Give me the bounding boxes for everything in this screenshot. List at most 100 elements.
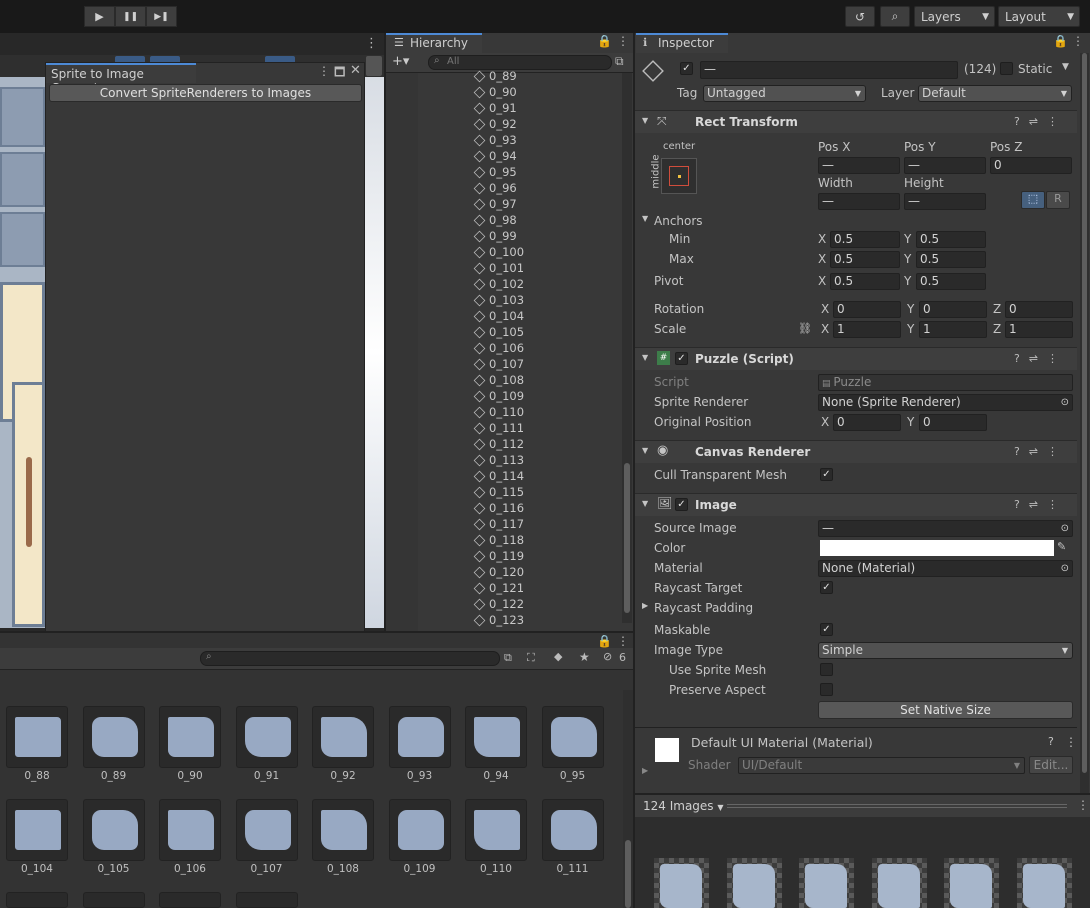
hierarchy-item[interactable]: 0_119	[473, 548, 524, 564]
cull-checkbox[interactable]: ✓	[820, 468, 833, 481]
asset-thumbnail[interactable]	[159, 799, 221, 861]
asset-thumbnail[interactable]	[388, 799, 451, 861]
asset-thumbnail[interactable]	[312, 706, 374, 768]
source-image-field[interactable]: — ⊙	[818, 520, 1073, 537]
help-icon[interactable]: ?	[1048, 735, 1054, 748]
component-actions[interactable]: ?⇌⋮	[1014, 445, 1067, 458]
object-picker-icon[interactable]: ⊙	[1061, 561, 1069, 576]
tab-hierarchy[interactable]: ☰ Hierarchy	[386, 33, 482, 53]
scrollbar-thumb[interactable]	[1082, 53, 1087, 773]
image-type-dropdown[interactable]: Simple ▼	[818, 642, 1073, 659]
raw-edit-button[interactable]: R	[1046, 191, 1070, 209]
color-swatch[interactable]	[820, 540, 1054, 556]
layers-dropdown[interactable]: Layers ▼	[914, 6, 995, 27]
anchor-max-x-field[interactable]: 0.5	[830, 251, 900, 268]
posx-field[interactable]: —	[818, 157, 900, 174]
original-y-field[interactable]: 0	[919, 414, 987, 431]
more-icon[interactable]: ⋮	[617, 34, 629, 48]
rect-transform-header[interactable]: ▼ ⤧ Rect Transform ?⇌⋮	[635, 110, 1077, 133]
chevron-down-icon[interactable]: ▼	[1062, 62, 1069, 72]
enabled-checkbox[interactable]: ✓	[675, 352, 688, 365]
hierarchy-item[interactable]: 0_106	[473, 340, 524, 356]
hierarchy-item[interactable]: 0_90	[473, 84, 517, 100]
puzzle-script-header[interactable]: ▼ # ✓ Puzzle (Script) ?⇌⋮	[635, 347, 1077, 370]
add-button[interactable]: +▾	[392, 54, 409, 69]
hierarchy-item[interactable]: 0_122	[473, 596, 524, 612]
hierarchy-item[interactable]: 0_116	[473, 500, 524, 516]
foldout-icon[interactable]: ▼	[642, 214, 648, 223]
hierarchy-item[interactable]: 0_114	[473, 468, 524, 484]
hierarchy-item[interactable]: 0_89	[473, 68, 517, 84]
asset-thumbnail[interactable]	[541, 706, 604, 768]
asset-thumbnail[interactable]	[465, 799, 527, 861]
scene-dropdown[interactable]	[366, 56, 382, 76]
hierarchy-scrollbar[interactable]	[622, 73, 632, 623]
anchor-min-x-field[interactable]: 0.5	[830, 231, 900, 248]
hierarchy-item[interactable]: 0_96	[473, 180, 517, 196]
more-icon[interactable]: ⋮	[318, 64, 330, 78]
hierarchy-item[interactable]: 0_110	[473, 404, 524, 420]
asset-thumbnail[interactable]	[312, 799, 374, 861]
rotation-y-field[interactable]: 0	[919, 301, 987, 318]
static-checkbox[interactable]	[1000, 62, 1013, 75]
anchor-preset-button[interactable]	[661, 158, 697, 194]
hierarchy-item[interactable]: 0_107	[473, 356, 524, 372]
more-icon[interactable]: ⋮	[1072, 34, 1084, 48]
hierarchy-item[interactable]: 0_98	[473, 212, 517, 228]
hierarchy-item[interactable]: 0_100	[473, 244, 524, 260]
pivot-x-field[interactable]: 0.5	[830, 273, 900, 290]
hierarchy-item[interactable]: 0_121	[473, 580, 524, 596]
scrollbar-thumb[interactable]	[625, 840, 631, 908]
hierarchy-item[interactable]: 0_99	[473, 228, 517, 244]
asset-thumbnail[interactable]	[235, 799, 298, 861]
star-icon[interactable]: ★	[579, 650, 590, 664]
hierarchy-item[interactable]: 0_104	[473, 308, 524, 324]
set-native-size-button[interactable]: Set Native Size	[818, 701, 1073, 719]
maskable-checkbox[interactable]: ✓	[820, 623, 833, 636]
hierarchy-item[interactable]: 0_117	[473, 516, 524, 532]
pause-button[interactable]: ❚❚	[115, 6, 146, 27]
scale-y-field[interactable]: 1	[919, 321, 987, 338]
hierarchy-item[interactable]: 0_112	[473, 436, 524, 452]
asset-thumbnail[interactable]	[6, 892, 68, 908]
scale-z-field[interactable]: 1	[1005, 321, 1073, 338]
image-header[interactable]: ▼ 🖼 ✓ Image ?⇌⋮	[635, 493, 1077, 516]
asset-thumbnail[interactable]	[82, 706, 145, 768]
more-icon[interactable]: ⋮	[1077, 798, 1089, 812]
enabled-checkbox[interactable]: ✓	[675, 498, 688, 511]
convert-button[interactable]: Convert SpriteRenderers to Images	[49, 84, 362, 102]
asset-thumbnail[interactable]	[159, 892, 221, 908]
hierarchy-item[interactable]: 0_92	[473, 116, 517, 132]
tab-inspector[interactable]: ℹ Inspector	[636, 33, 728, 53]
object-picker-icon[interactable]: ⊙	[1061, 395, 1069, 410]
more-icon[interactable]: ⋮	[1065, 735, 1077, 749]
use-sprite-mesh-checkbox[interactable]	[820, 663, 833, 676]
rotation-x-field[interactable]: 0	[833, 301, 901, 318]
pivot-y-field[interactable]: 0.5	[916, 273, 986, 290]
tag-dropdown[interactable]: Untagged ▼	[703, 85, 866, 102]
edit-shader-button[interactable]: Edit...	[1029, 756, 1073, 774]
lock-icon[interactable]: 🔒	[597, 634, 612, 648]
maximize-icon[interactable]: 🗖	[334, 63, 345, 84]
preserve-aspect-checkbox[interactable]	[820, 683, 833, 696]
step-button[interactable]: ▶❚	[146, 6, 177, 27]
object-picker-icon[interactable]: ⊙	[1061, 521, 1069, 536]
hierarchy-item[interactable]: 0_95	[473, 164, 517, 180]
sprite-renderer-field[interactable]: None (Sprite Renderer) ⊙	[818, 394, 1073, 411]
hierarchy-item[interactable]: 0_97	[473, 196, 517, 212]
search-button[interactable]: ⌕	[880, 6, 910, 27]
width-field[interactable]: —	[818, 193, 900, 210]
hierarchy-item[interactable]: 0_101	[473, 260, 524, 276]
play-button[interactable]: ▶	[84, 6, 115, 27]
preview-dropdown[interactable]: 124 Images ▼	[643, 799, 724, 813]
hierarchy-item[interactable]: 0_93	[473, 132, 517, 148]
hierarchy-item[interactable]: 0_91	[473, 100, 517, 116]
hierarchy-item[interactable]: 0_113	[473, 452, 524, 468]
component-actions[interactable]: ?⇌⋮	[1014, 498, 1067, 511]
component-actions[interactable]: ?⇌⋮	[1014, 352, 1067, 365]
hierarchy-item[interactable]: 0_109	[473, 388, 524, 404]
eyedropper-icon[interactable]: ✎	[1057, 540, 1066, 553]
rotation-z-field[interactable]: 0	[1005, 301, 1073, 318]
close-icon[interactable]: ✕	[350, 63, 361, 78]
scrollbar-thumb[interactable]	[624, 463, 630, 613]
